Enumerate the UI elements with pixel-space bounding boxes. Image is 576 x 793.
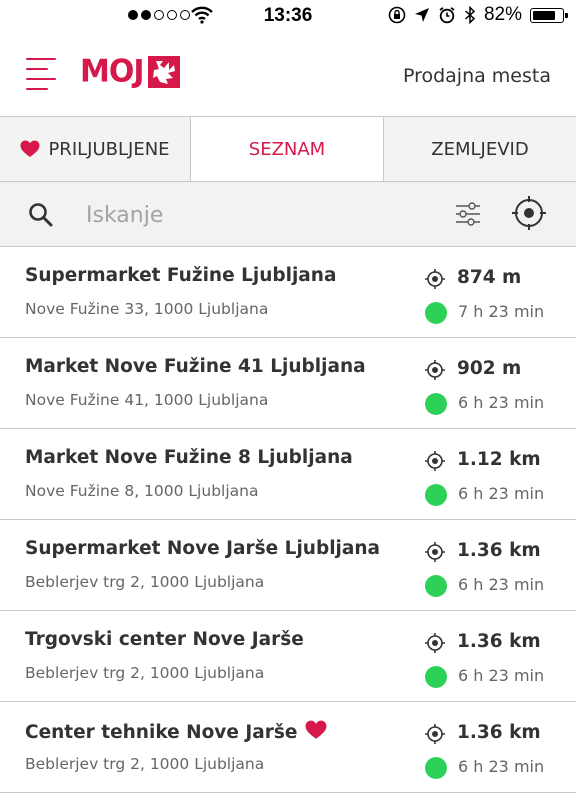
store-address: Nove Fužine 8, 1000 Ljubljana bbox=[25, 482, 259, 500]
page-title: Prodajna mesta bbox=[402, 65, 551, 87]
locate-me-icon[interactable] bbox=[512, 196, 546, 230]
store-row[interactable]: Market Nove Fužine 8 Ljubljana Nove Fužin… bbox=[0, 429, 576, 520]
logo-text: MOJ bbox=[80, 53, 145, 90]
store-open-time: 6 h 23 min bbox=[458, 575, 545, 594]
open-status-dot bbox=[425, 575, 447, 597]
battery-percent: 82% bbox=[483, 4, 522, 25]
store-name-text: Market Nove Fužine 41 Ljubljana bbox=[25, 356, 366, 377]
favorite-heart-icon bbox=[305, 720, 327, 745]
store-distance: 1.36 km bbox=[457, 631, 541, 652]
store-open-time: 6 h 23 min bbox=[458, 393, 545, 412]
tab-map[interactable]: ZEMLJEVID bbox=[384, 117, 576, 181]
hamburger-line bbox=[26, 78, 56, 80]
distance-target-icon bbox=[425, 360, 445, 384]
store-row[interactable]: Supermarket Nove Jarše Ljubljana Beblerje… bbox=[0, 520, 576, 611]
rotation-lock-icon bbox=[388, 6, 406, 24]
distance-target-icon bbox=[425, 269, 445, 293]
tab-map-label: ZEMLJEVID bbox=[431, 138, 529, 160]
hamburger-line bbox=[26, 58, 56, 60]
distance-target-icon bbox=[425, 451, 445, 475]
distance-target-icon bbox=[425, 633, 445, 657]
store-distance: 874 m bbox=[457, 267, 522, 288]
hamburger-line bbox=[26, 68, 48, 70]
store-open-time: 6 h 23 min bbox=[458, 484, 545, 503]
store-open-time: 7 h 23 min bbox=[458, 302, 545, 321]
store-name: Center tehnike Nove Jarše bbox=[25, 720, 327, 745]
store-address: Beblerjev trg 2, 1000 Ljubljana bbox=[25, 755, 265, 773]
store-distance: 1.36 km bbox=[457, 722, 541, 743]
search-bar bbox=[0, 182, 576, 247]
heart-icon bbox=[20, 140, 40, 157]
tab-list-label: SEZNAM bbox=[248, 138, 326, 160]
store-name-text: Supermarket Nove Jarše Ljubljana bbox=[25, 538, 381, 559]
store-row[interactable]: Trgovski center Nove Jarše Beblerjev trg … bbox=[0, 611, 576, 702]
store-open-time: 6 h 23 min bbox=[458, 666, 545, 685]
bluetooth-icon bbox=[464, 6, 476, 24]
search-icon bbox=[29, 203, 53, 227]
store-name-text: Center tehnike Nove Jarše bbox=[25, 722, 298, 743]
hamburger-line bbox=[26, 88, 48, 90]
distance-target-icon bbox=[425, 542, 445, 566]
store-row[interactable]: Market Nove Fužine 41 Ljubljana Nove Fuži… bbox=[0, 338, 576, 429]
distance-target-icon bbox=[425, 724, 445, 748]
store-name: Trgovski center Nove Jarše bbox=[25, 629, 304, 650]
alarm-icon bbox=[439, 7, 455, 24]
store-name-text: Market Nove Fužine 8 Ljubljana bbox=[25, 447, 353, 468]
status-bar: 13:36 82% bbox=[0, 0, 576, 32]
store-address: Beblerjev trg 2, 1000 Ljubljana bbox=[25, 664, 265, 682]
open-status-dot bbox=[425, 393, 447, 415]
store-address: Beblerjev trg 2, 1000 Ljubljana bbox=[25, 573, 265, 591]
tab-favorites-label: PRILJUBLJENE bbox=[48, 138, 170, 160]
tab-favorites[interactable]: PRILJUBLJENE bbox=[0, 117, 191, 181]
store-name: Supermarket Fužine Ljubljana bbox=[25, 265, 336, 286]
store-name: Market Nove Fužine 41 Ljubljana bbox=[25, 356, 366, 377]
store-row[interactable]: Center tehnike Nove Jarše Beblerjev trg 2… bbox=[0, 702, 576, 793]
open-status-dot bbox=[425, 302, 447, 324]
store-name: Supermarket Nove Jarše Ljubljana bbox=[25, 538, 380, 559]
battery-icon bbox=[530, 7, 568, 23]
store-row[interactable]: Supermarket Fužine Ljubljana Nove Fužine … bbox=[0, 247, 576, 338]
tab-bar: PRILJUBLJENE SEZNAM ZEMLJEVID bbox=[0, 117, 576, 182]
store-distance: 1.36 km bbox=[457, 540, 541, 561]
store-list: Supermarket Fužine Ljubljana Nove Fužine … bbox=[0, 247, 576, 793]
store-address: Nove Fužine 41, 1000 Ljubljana bbox=[25, 391, 269, 409]
open-status-dot bbox=[425, 666, 447, 688]
store-name-text: Trgovski center Nove Jarše bbox=[25, 629, 304, 650]
store-name-text: Supermarket Fužine Ljubljana bbox=[25, 265, 337, 286]
open-status-dot bbox=[425, 757, 447, 779]
search-input[interactable] bbox=[84, 196, 428, 234]
menu-button[interactable] bbox=[26, 56, 56, 92]
open-status-dot bbox=[425, 484, 447, 506]
location-arrow-icon bbox=[414, 8, 429, 22]
app-header: MOJ Prodajna mesta bbox=[0, 32, 576, 117]
store-distance: 902 m bbox=[457, 358, 522, 379]
tab-list[interactable]: SEZNAM bbox=[191, 117, 384, 181]
store-distance: 1.12 km bbox=[457, 449, 541, 470]
filter-sliders-icon[interactable] bbox=[454, 200, 482, 228]
store-name: Market Nove Fužine 8 Ljubljana bbox=[25, 447, 353, 468]
store-address: Nove Fužine 33, 1000 Ljubljana bbox=[25, 300, 269, 318]
store-open-time: 6 h 23 min bbox=[458, 757, 545, 776]
app-logo: MOJ bbox=[80, 53, 180, 90]
logo-mark-icon bbox=[147, 55, 180, 88]
